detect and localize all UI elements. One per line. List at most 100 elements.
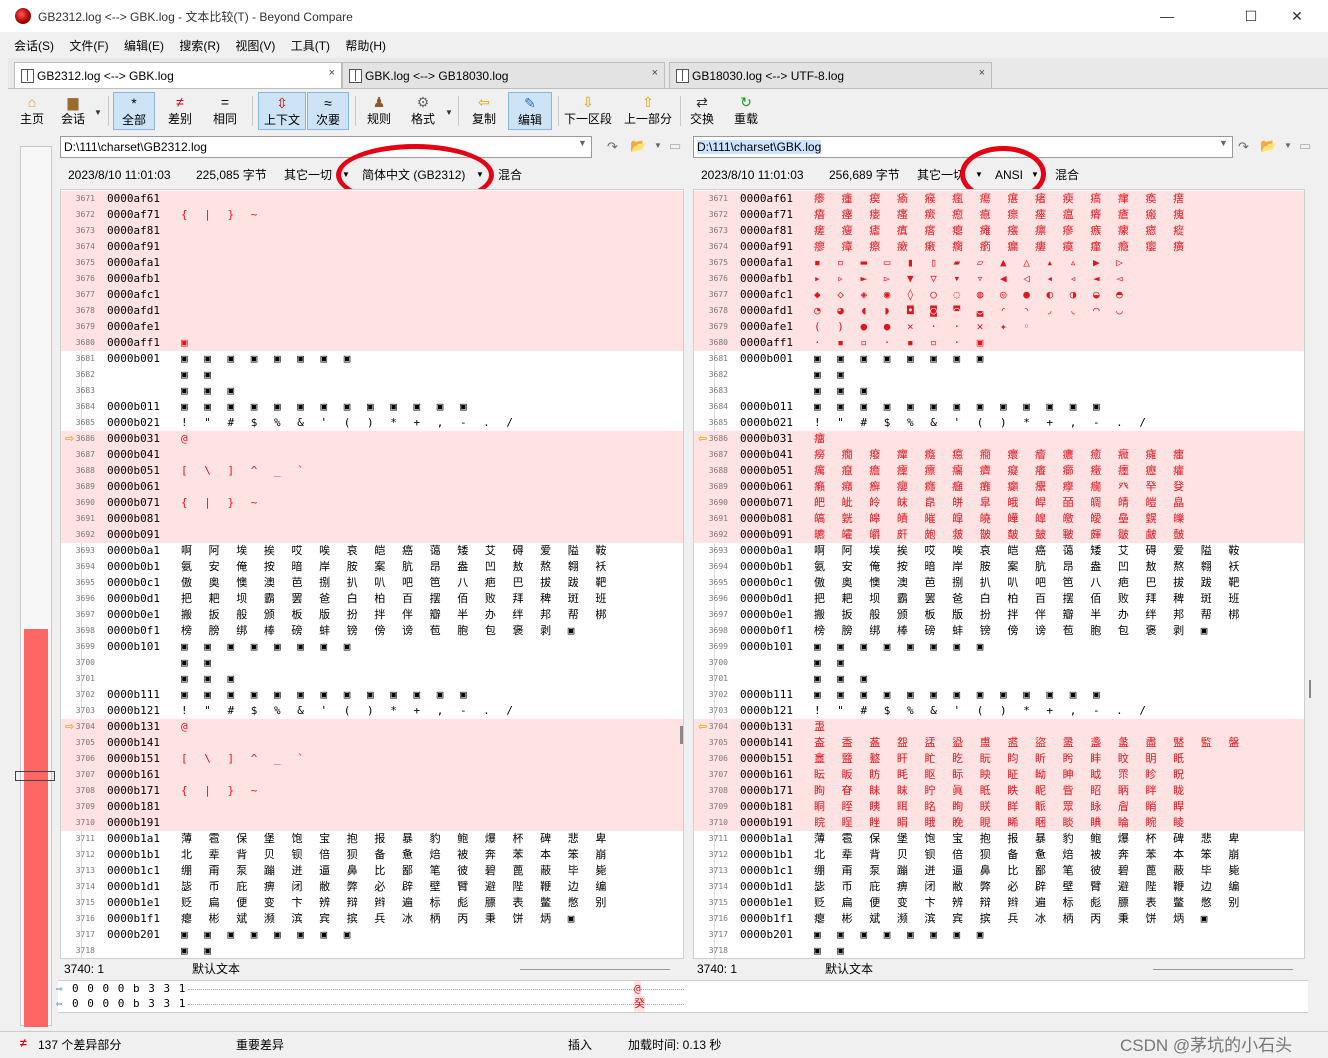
text-line[interactable]: 3700 ▣ ▣ (61, 655, 683, 671)
text-line[interactable]: 3696 0000b0d1 把 耙 坝 霸 罢 爸 白 柏 百 摆 佰 败 拜 稗 … (694, 591, 1304, 607)
text-line[interactable]: 3685 0000b021 ! " # $ % & ' ( ) * + , - . … (61, 415, 683, 431)
text-line[interactable]: 3701 ▣ ▣ ▣ (694, 671, 1304, 687)
text-line[interactable]: 3697 0000b0e1 搬 扳 般 颁 板 版 扮 拌 伴 瓣 半 办 绊 邦 … (694, 607, 1304, 623)
diff-line[interactable]: 3672 0000af71 { | } ~ (61, 207, 683, 223)
menu-tools[interactable]: 工具(T) (285, 34, 336, 54)
diff-line[interactable]: 3676 0000afb1 (61, 271, 683, 287)
menu-help[interactable]: 帮助(H) (339, 34, 392, 54)
text-line[interactable]: 3717 0000b201 ▣ ▣ ▣ ▣ ▣ ▣ ▣ ▣ (61, 927, 683, 943)
text-line[interactable]: 3713 0000b1c1 绷 甭 泵 蹦 迸 逼 鼻 比 鄙 笔 彼 碧 蓖 蔽 … (61, 863, 683, 879)
diff-line[interactable]: 3686 0000b031 癅 (694, 431, 1304, 447)
text-line[interactable]: 3715 0000b1e1 贬 扁 便 变 卞 辨 辩 辫 遍 标 彪 膘 表 鳖 … (694, 895, 1304, 911)
text-line[interactable]: 3682 ▣ ▣ (694, 367, 1304, 383)
difference-map[interactable] (15, 146, 55, 1027)
diffs-filter-button[interactable]: ≠ 差别 (160, 92, 200, 130)
difference-map-viewport[interactable] (15, 771, 55, 781)
diff-line[interactable]: 3692 0000b091 (61, 527, 683, 543)
text-line[interactable]: 3703 0000b121 ! " # $ % & ' ( ) * + , - . … (694, 703, 1304, 719)
diff-line[interactable]: 3680 0000aff1 ▣ (61, 335, 683, 351)
text-line[interactable]: 3681 0000b001 ▣ ▣ ▣ ▣ ▣ ▣ ▣ ▣ (61, 351, 683, 367)
session-button[interactable]: ▆ 会话 (56, 92, 90, 130)
right-scrollbar-thumb[interactable] (1309, 680, 1311, 698)
diff-line[interactable]: 3679 0000afe1 ( ) ● ● × · · ✕ ✦ ◦ (694, 319, 1304, 335)
diff-line[interactable]: 3689 0000b061 癩 癪 癬 癭 癮 癰 癱 癲 癳 癴 癵 癶 癷 癹 (694, 479, 1304, 495)
right-open-folder-icon[interactable]: 📂 (1260, 138, 1276, 154)
text-line[interactable]: 3682 ▣ ▣ (61, 367, 683, 383)
menu-session[interactable]: 会话(S) (8, 34, 60, 54)
text-line[interactable]: 3694 0000b0b1 氨 安 俺 按 暗 岸 胺 案 肮 昂 盎 凹 敖 熬 … (61, 559, 683, 575)
text-line[interactable]: 3684 0000b011 ▣ ▣ ▣ ▣ ▣ ▣ ▣ ▣ ▣ ▣ ▣ ▣ ▣ (61, 399, 683, 415)
right-horizontal-scrollbar[interactable] (1153, 969, 1293, 970)
minimize-button[interactable]: — (1144, 0, 1190, 32)
text-line[interactable]: 3700 ▣ ▣ (694, 655, 1304, 671)
swap-button[interactable]: ⇄ 交换 (686, 92, 718, 130)
diff-line[interactable]: 3707 0000b161 (61, 767, 683, 783)
text-line[interactable]: 3684 0000b011 ▣ ▣ ▣ ▣ ▣ ▣ ▣ ▣ ▣ ▣ ▣ ▣ ▣ (694, 399, 1304, 415)
diff-line[interactable]: 3708 0000b171 { | } ~ (61, 783, 683, 799)
text-line[interactable]: 3713 0000b1c1 绷 甭 泵 蹦 迸 逼 鼻 比 鄙 笔 彼 碧 蓖 蔽 … (694, 863, 1304, 879)
text-line[interactable]: 3696 0000b0d1 把 耙 坝 霸 罢 爸 白 柏 百 摆 佰 败 拜 稗 … (61, 591, 683, 607)
right-history-icon[interactable]: ↷ (1238, 139, 1249, 155)
format-dropdown-icon[interactable]: ▼ (445, 108, 453, 117)
text-line[interactable]: 3718 ▣ ▣ (694, 943, 1304, 958)
diff-line[interactable]: 3709 0000b181 眮 眰 眱 眲 眳 眴 眹 眻 眽 眾 眿 睂 睄 睅 (694, 799, 1304, 815)
prev-section-button[interactable]: ⇧ 上一部分 (620, 92, 676, 130)
home-button[interactable]: ⌂ 主页 (16, 92, 48, 130)
text-line[interactable]: 3695 0000b0c1 傲 奥 懊 澳 芭 捌 扒 叭 吧 笆 八 疤 巴 拔 … (694, 575, 1304, 591)
text-line[interactable]: 3699 0000b101 ▣ ▣ ▣ ▣ ▣ ▣ ▣ ▣ (61, 639, 683, 655)
tab-close-icon[interactable]: × (329, 61, 335, 85)
reload-button[interactable]: ↻ 重载 (730, 92, 762, 130)
diff-line[interactable]: 3671 0000af61 瘆 瘇 瘈 瘉 瘊 瘋 瘍 瘎 瘏 瘐 瘑 瘒 瘓 瘔 (694, 191, 1304, 207)
diff-line[interactable]: 3705 0000b141 (61, 735, 683, 751)
diff-line[interactable]: 3709 0000b181 (61, 799, 683, 815)
text-line[interactable]: 3683 ▣ ▣ ▣ (61, 383, 683, 399)
menu-edit[interactable]: 编辑(E) (118, 34, 170, 54)
menu-view[interactable]: 视图(V) (229, 34, 281, 54)
text-line[interactable]: 3711 0000b1a1 薄 雹 保 堡 饱 宝 抱 报 暴 豹 鲍 爆 杯 碑 … (694, 831, 1304, 847)
text-line[interactable]: 3718 ▣ ▣ (61, 943, 683, 958)
diff-line[interactable]: 3706 0000b151 [ \ ] ^ _ ` (61, 751, 683, 767)
minor-button[interactable]: ≈ 次要 (307, 92, 349, 130)
edit-button[interactable]: ✎ 编辑 (508, 92, 552, 130)
right-path-input[interactable]: D:\111\charset\GBK.log (693, 136, 1233, 158)
diff-line[interactable]: 3688 0000b051 [ \ ] ^ _ ` (61, 463, 683, 479)
left-open-folder-icon[interactable]: 📂 (630, 138, 646, 154)
left-scrollbar-thumb[interactable] (680, 726, 683, 744)
diff-line[interactable]: 3675 0000afa1 ▪ ▫ ▬ ▭ ▮ ▯ ▰ ▱ ▲ △ ▴ ▵ ▶ ▷ (694, 255, 1304, 271)
diff-line[interactable]: 3678 0000afd1 ◔ ◕ ◖ ◗ ◘ ◙ ◚ ◛ ◜ ◝ ◞ ◟ ◠ ◡ (694, 303, 1304, 319)
session-dropdown-icon[interactable]: ▼ (94, 108, 102, 117)
diff-line[interactable]: 3675 0000afa1 (61, 255, 683, 271)
text-line[interactable]: 3702 0000b111 ▣ ▣ ▣ ▣ ▣ ▣ ▣ ▣ ▣ ▣ ▣ ▣ ▣ (61, 687, 683, 703)
text-line[interactable]: 3715 0000b1e1 贬 扁 便 变 卞 辨 辩 辫 遍 标 彪 膘 表 鳖 … (61, 895, 683, 911)
left-save-icon[interactable]: ▭ (669, 138, 681, 154)
left-history-icon[interactable]: ↷ (607, 139, 618, 155)
text-line[interactable]: 3714 0000b1d1 毖 币 庇 痹 闭 敝 弊 必 辟 壁 臂 避 陛 鞭 … (61, 879, 683, 895)
diff-line[interactable]: 3673 0000af81 瘥 瘦 瘧 瘨 瘩 瘪 瘫 瘬 瘭 瘮 瘯 瘰 瘱 瘲 (694, 223, 1304, 239)
copy-button[interactable]: ⇦ 复制 (466, 92, 502, 130)
tab-gbk-gb18030[interactable]: GBK.log <--> GB18030.log × (342, 62, 665, 88)
diff-line[interactable]: 3673 0000af81 (61, 223, 683, 239)
text-line[interactable]: 3698 0000b0f1 榜 膀 绑 棒 磅 蚌 镑 傍 谤 苞 胞 包 褒 剥 … (694, 623, 1304, 639)
text-line[interactable]: 3717 0000b201 ▣ ▣ ▣ ▣ ▣ ▣ ▣ ▣ (694, 927, 1304, 943)
left-folder-dropdown-icon[interactable]: ▼ (654, 141, 662, 150)
text-line[interactable]: 3712 0000b1b1 北 辈 背 贝 钡 倍 狈 备 惫 焙 被 奔 苯 本 … (61, 847, 683, 863)
diff-line[interactable]: 3690 0000b071 皅 皉 皊 皌 皍 皏 皐 皒 皔 皕 皗 皘 皚 皛 (694, 495, 1304, 511)
text-line[interactable]: 3685 0000b021 ! " # $ % & ' ( ) * + , - . … (694, 415, 1304, 431)
text-line[interactable]: 3694 0000b0b1 氨 安 俺 按 暗 岸 胺 案 肮 昂 盎 凹 敖 熬 … (694, 559, 1304, 575)
text-line[interactable]: 3712 0000b1b1 北 辈 背 贝 钡 倍 狈 备 惫 焙 被 奔 苯 本 … (694, 847, 1304, 863)
menu-file[interactable]: 文件(F) (63, 34, 114, 54)
tab-gb18030-utf8[interactable]: GB18030.log <--> UTF-8.log × (669, 62, 992, 88)
close-button[interactable]: ✕ (1274, 0, 1320, 32)
right-text-pane[interactable]: 3671 0000af61 瘆 瘇 瘈 瘉 瘊 瘋 瘍 瘎 瘏 瘐 瘑 瘒 瘓 瘔 3… (693, 189, 1305, 959)
text-line[interactable]: 3693 0000b0a1 啊 阿 埃 挨 哎 唉 哀 皑 癌 蔼 矮 艾 碍 爱 … (694, 543, 1304, 559)
text-line[interactable]: 3698 0000b0f1 榜 膀 绑 棒 磅 蚌 镑 傍 谤 苞 胞 包 褒 剥 … (61, 623, 683, 639)
diff-line[interactable]: 3674 0000af91 瘳 瘴 瘵 瘶 瘷 瘸 瘹 瘺 瘻 瘼 瘽 瘾 瘿 癀 (694, 239, 1304, 255)
right-other-dropdown[interactable]: 其它一切 (917, 166, 965, 184)
text-line[interactable]: 3716 0000b1f1 瘪 彬 斌 濒 滨 宾 摈 兵 冰 柄 丙 秉 饼 炳 … (61, 911, 683, 927)
diff-line[interactable]: 3687 0000b041 (61, 447, 683, 463)
diff-line[interactable]: 3710 0000b191 睆 睈 睉 睊 睋 睌 睍 睎 睏 睒 睓 睔 睕 睖 (694, 815, 1304, 831)
text-line[interactable]: 3695 0000b0c1 傲 奥 懊 澳 芭 捌 扒 叭 吧 笆 八 疤 巴 拔 … (61, 575, 683, 591)
diff-line[interactable]: 3676 0000afb1 ▸ ▹ ► ▻ ▼ ▽ ▾ ▿ ◀ ◁ ◂ ◃ ◄ ◅ (694, 271, 1304, 287)
text-line[interactable]: 3702 0000b111 ▣ ▣ ▣ ▣ ▣ ▣ ▣ ▣ ▣ ▣ ▣ ▣ ▣ (694, 687, 1304, 703)
diff-line[interactable]: 3710 0000b191 (61, 815, 683, 831)
